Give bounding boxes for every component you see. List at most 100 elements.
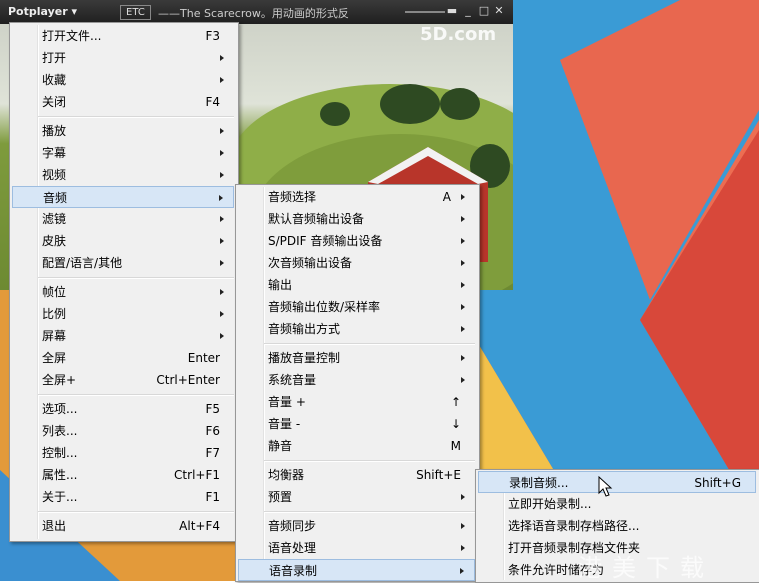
menu-item[interactable]: 预置 — [238, 486, 475, 508]
menu-item[interactable]: 播放音量控制 — [238, 347, 475, 369]
menu-item-shortcut: ↓ — [450, 417, 461, 431]
menu-item-label: 语音处理 — [268, 541, 317, 555]
submenu-arrow-icon — [459, 369, 467, 391]
menu-item[interactable]: 音频 — [12, 186, 234, 208]
submenu-arrow-icon — [218, 325, 226, 347]
menu-item[interactable]: 播放 — [12, 120, 234, 142]
menu-item[interactable]: 关闭 F4 — [12, 91, 234, 113]
menu-item[interactable]: 属性... Ctrl+F1 — [12, 464, 234, 486]
menu-item[interactable]: 收藏 — [12, 69, 234, 91]
submenu-arrow-icon — [218, 208, 226, 230]
mouse-cursor-icon — [598, 476, 613, 497]
menu-item[interactable]: 立即开始录制... — [478, 493, 756, 515]
menu-item[interactable]: 次音频输出设备 — [238, 252, 475, 274]
menu-item[interactable]: 音量 + ↑ — [238, 391, 475, 413]
menu-item[interactable]: 全屏+ Ctrl+Enter — [12, 369, 234, 391]
menu-item-label: 配置/语言/其他 — [42, 256, 123, 270]
menu-item[interactable]: 音频选择 A — [238, 186, 475, 208]
menu-item-shortcut: F7 — [205, 446, 220, 460]
menu-item[interactable]: 音频同步 — [238, 515, 475, 537]
submenu-arrow-icon — [459, 296, 467, 318]
menu-item-label: 静音 — [268, 439, 293, 453]
menu-item-label: 滤镜 — [42, 212, 67, 226]
menu-item-shortcut: A — [442, 190, 451, 204]
menu-item[interactable]: 语音处理 — [238, 537, 475, 559]
menu-item-label: 字幕 — [42, 146, 67, 160]
menu-item[interactable]: 打开文件... F3 — [12, 25, 234, 47]
submenu-arrow-icon — [218, 230, 226, 252]
menu-item[interactable]: 语音录制 — [238, 559, 475, 581]
menu-item[interactable]: 选项... F5 — [12, 398, 234, 420]
submenu-arrow-icon — [459, 208, 467, 230]
menu-item[interactable]: 输出 — [238, 274, 475, 296]
menu-item-label: 打开文件... — [42, 29, 102, 43]
menu-item[interactable]: 默认音频输出设备 — [238, 208, 475, 230]
menu-item-label: 退出 — [42, 519, 67, 533]
menu-item-shortcut: ↑ — [450, 395, 461, 409]
menu-separator — [38, 394, 234, 396]
menu-item-shortcut: Shift+G — [694, 476, 741, 490]
volume-slider[interactable] — [405, 11, 445, 13]
menu-item[interactable]: 视频 — [12, 164, 234, 186]
maximize-icon[interactable]: □ — [477, 4, 491, 18]
title-bar[interactable]: Potplayer ▾ ETC ——The Scarecrow。用动画的形式反 … — [0, 0, 513, 24]
menu-separator — [264, 460, 475, 462]
menu-item-label: 打开 — [42, 51, 67, 65]
menu-item-shortcut: Alt+F4 — [179, 519, 220, 533]
menu-item[interactable]: 滤镜 — [12, 208, 234, 230]
menu-item[interactable]: 字幕 — [12, 142, 234, 164]
menu-item[interactable]: 音量 - ↓ — [238, 413, 475, 435]
menu-item-label: 立即开始录制... — [508, 497, 592, 511]
menu-item[interactable]: 均衡器 Shift+E — [238, 464, 475, 486]
menu-item-label: 播放 — [42, 124, 67, 138]
submenu-arrow-icon — [458, 560, 466, 582]
watermark: 港美下载 — [578, 554, 714, 582]
menu-item[interactable]: 关于... F1 — [12, 486, 234, 508]
menu-item[interactable]: 列表... F6 — [12, 420, 234, 442]
submenu-arrow-icon — [459, 347, 467, 369]
player-menu-button[interactable]: Potplayer ▾ — [8, 5, 77, 18]
menu-item[interactable]: 系统音量 — [238, 369, 475, 391]
menu-item[interactable]: 皮肤 — [12, 230, 234, 252]
close-icon[interactable]: ✕ — [492, 4, 506, 18]
menu-item-label: 皮肤 — [42, 234, 67, 248]
menu-separator — [38, 116, 234, 118]
menu-item[interactable]: S/PDIF 音频输出设备 — [238, 230, 475, 252]
menu-separator — [264, 343, 475, 345]
submenu-arrow-icon — [218, 120, 226, 142]
menu-item[interactable]: 打开 — [12, 47, 234, 69]
tree — [380, 84, 440, 124]
audio-submenu: 音频选择 A 默认音频输出设备 S/PDIF 音频输出设备次音频输出设备输出 音频输出位… — [235, 184, 480, 582]
menu-item[interactable]: 静音 M — [238, 435, 475, 457]
menu-item-label: 音量 + — [268, 395, 306, 409]
menu-item[interactable]: 配置/语言/其他 — [12, 252, 234, 274]
menu-item-shortcut: Shift+E — [416, 468, 461, 482]
etc-button[interactable]: ETC — [120, 5, 151, 20]
menu-item[interactable]: 控制... F7 — [12, 442, 234, 464]
menu-item-label: 音量 - — [268, 417, 301, 431]
window-title: ——The Scarecrow。用动画的形式反 — [158, 7, 349, 20]
menu-item[interactable]: 比例 — [12, 303, 234, 325]
menu-item[interactable]: 帧位 — [12, 281, 234, 303]
menu-item-label: 比例 — [42, 307, 67, 321]
menu-item-label: 默认音频输出设备 — [268, 212, 365, 226]
menu-item[interactable]: 音频输出方式 — [238, 318, 475, 340]
menu-item-label: 语音录制 — [269, 564, 318, 578]
brand-label: Potplayer — [8, 5, 68, 18]
menu-item[interactable]: 录制音频... Shift+G — [478, 471, 756, 493]
menu-item[interactable]: 音频输出位数/采样率 — [238, 296, 475, 318]
pin-icon[interactable]: ▬ — [445, 4, 459, 18]
minimize-icon[interactable]: _ — [461, 4, 475, 18]
tree — [440, 88, 480, 120]
submenu-arrow-icon — [218, 164, 226, 186]
menu-item-shortcut: F4 — [205, 95, 220, 109]
menu-item[interactable]: 选择语音录制存档路径... — [478, 515, 756, 537]
menu-item-label: 音频输出方式 — [268, 322, 341, 336]
menu-item-label: 次音频输出设备 — [268, 256, 353, 270]
menu-item-label: 选择语音录制存档路径... — [508, 519, 640, 533]
menu-item[interactable]: 屏幕 — [12, 325, 234, 347]
menu-item[interactable]: 全屏 Enter — [12, 347, 234, 369]
menu-item[interactable]: 退出 Alt+F4 — [12, 515, 234, 537]
menu-item-label: 预置 — [268, 490, 293, 504]
menu-item-label: 屏幕 — [42, 329, 67, 343]
